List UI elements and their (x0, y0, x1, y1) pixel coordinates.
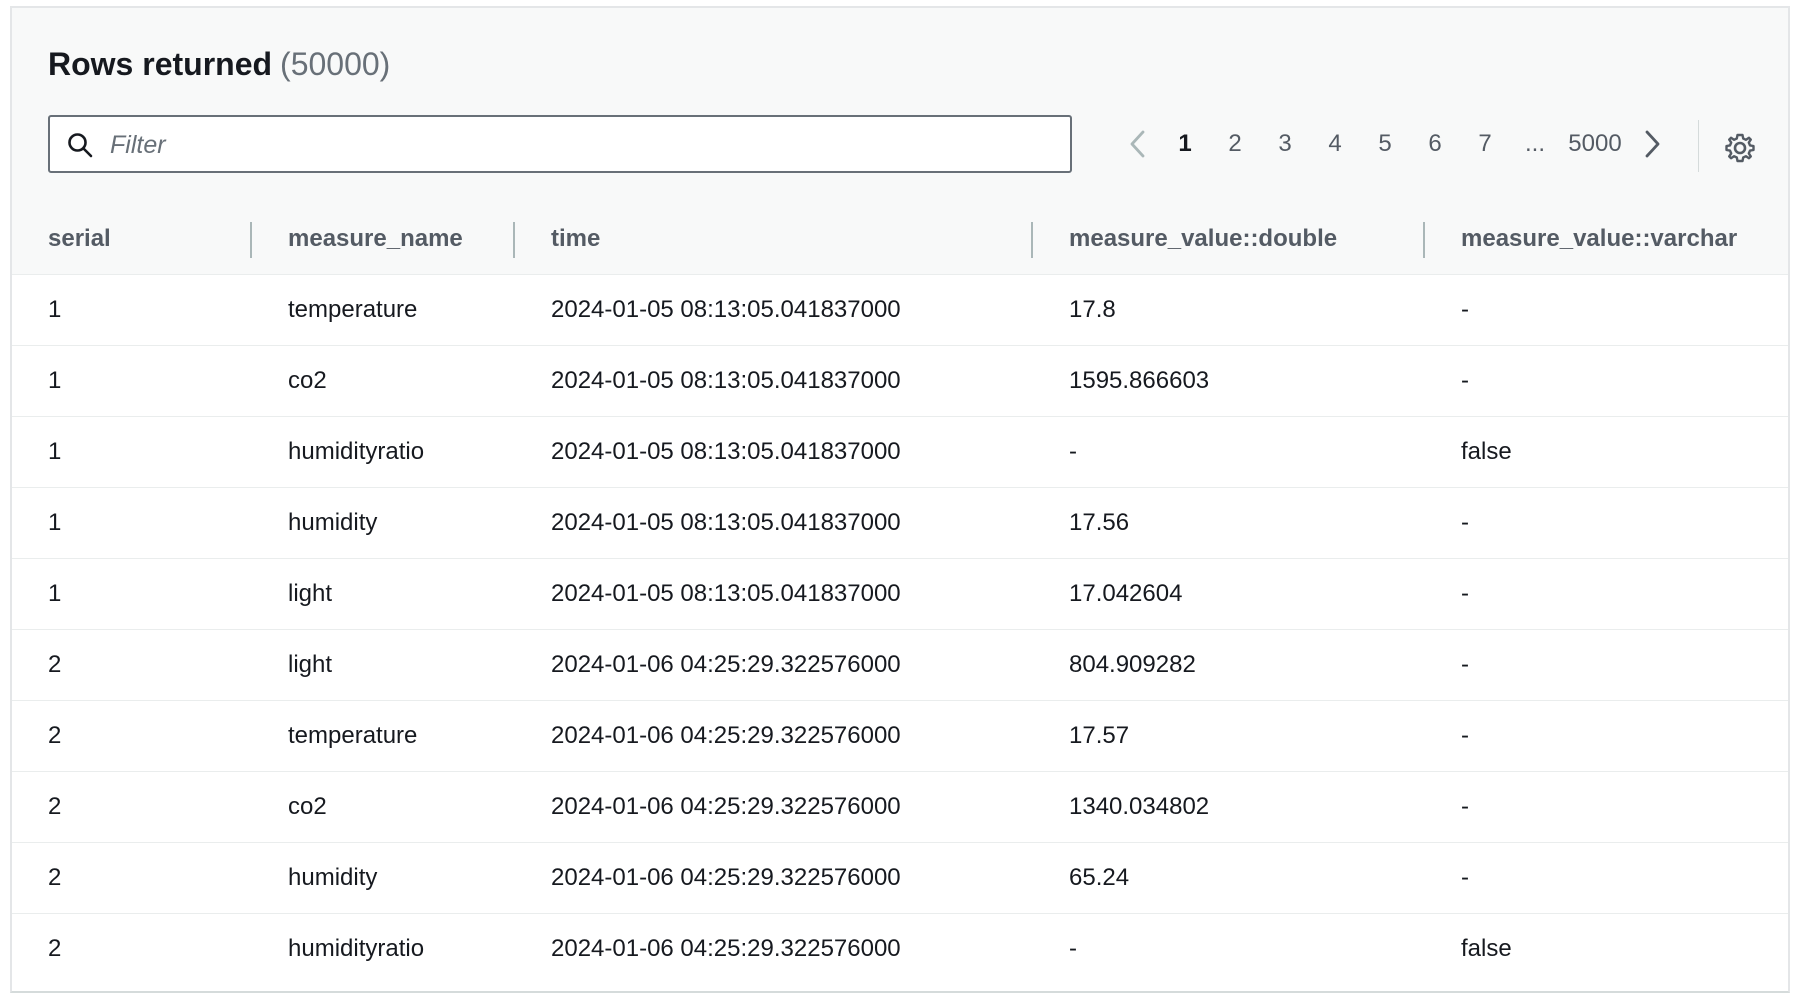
table-row: 1 humidityratio 2024-01-05 08:13:05.0418… (12, 416, 1788, 488)
column-header-measure-value-double[interactable]: measure_value::double (1033, 204, 1425, 275)
page-2-button[interactable]: 2 (1210, 130, 1260, 158)
table-row: 2 light 2024-01-06 04:25:29.322576000 80… (12, 629, 1788, 701)
filter-input[interactable] (108, 125, 1052, 165)
cell-measure-name: temperature (252, 274, 515, 346)
table-row: 2 humidityratio 2024-01-06 04:25:29.3225… (12, 914, 1788, 985)
page-3-button[interactable]: 3 (1260, 130, 1310, 158)
table-header-row: serial measure_name time measure_value::… (12, 204, 1788, 275)
cell-measure-value-double: - (1069, 935, 1077, 963)
cell-time: 2024-01-05 08:13:05.041837000 (515, 274, 1033, 346)
results-panel: Rows returned(50000) 1 2 3 4 5 6 7 ... 5… (10, 6, 1790, 993)
page-1-button[interactable]: 1 (1160, 130, 1210, 158)
cell-measure-value-varchar: false (1461, 935, 1512, 963)
cell-serial: 2 (12, 771, 252, 843)
page-5-button[interactable]: 5 (1360, 130, 1410, 158)
column-header-measure-name[interactable]: measure_name (252, 204, 515, 275)
cell-measure-value-double: 804.909282 (1033, 629, 1425, 701)
chevron-right-icon (1645, 130, 1660, 158)
title-text: Rows returned (48, 46, 273, 82)
page-7-button[interactable]: 7 (1460, 130, 1510, 158)
cell-measure-name: humidity (252, 487, 515, 559)
cell-time: 2024-01-06 04:25:29.322576000 (515, 771, 1033, 843)
cell-serial: 2 (12, 629, 252, 701)
previous-page-button[interactable] (1116, 116, 1160, 172)
cell-serial: 1 (12, 558, 252, 630)
cell-time: 2024-01-05 08:13:05.041837000 (515, 345, 1033, 417)
cell-measure-value-varchar: - (1425, 629, 1788, 701)
cell-measure-value-double: 65.24 (1033, 842, 1425, 914)
cell-time: 2024-01-06 04:25:29.322576000 (515, 629, 1033, 701)
column-header-label: time (551, 225, 601, 252)
cell-measure-name: light (252, 558, 515, 630)
cell-measure-name: co2 (252, 771, 515, 843)
cell-measure-value-varchar: - (1425, 487, 1788, 559)
cell-measure-name: co2 (252, 345, 515, 417)
column-header-label: serial (48, 225, 111, 252)
table-row: 1 light 2024-01-05 08:13:05.041837000 17… (12, 558, 1788, 630)
cell-time: 2024-01-06 04:25:29.322576000 (551, 935, 901, 963)
cell-time: 2024-01-05 08:13:05.041837000 (515, 416, 1033, 488)
pagination: 1 2 3 4 5 6 7 ... 5000 (1116, 116, 1674, 172)
table-row: 2 humidity 2024-01-06 04:25:29.322576000… (12, 842, 1788, 914)
cell-serial: 1 (12, 274, 252, 346)
cell-serial: 2 (12, 700, 252, 772)
cell-measure-value-varchar: - (1425, 842, 1788, 914)
cell-time: 2024-01-06 04:25:29.322576000 (515, 700, 1033, 772)
cell-measure-value-double: 17.042604 (1033, 558, 1425, 630)
chevron-left-icon (1130, 130, 1145, 158)
column-header-measure-value-varchar[interactable]: measure_value::varchar (1425, 204, 1788, 275)
search-icon (68, 133, 93, 158)
table-row: 2 co2 2024-01-06 04:25:29.322576000 1340… (12, 771, 1788, 843)
page-6-button[interactable]: 6 (1410, 130, 1460, 158)
results-table: serial measure_name time measure_value::… (12, 204, 1788, 985)
table-row: 1 co2 2024-01-05 08:13:05.041837000 1595… (12, 345, 1788, 417)
row-count: (50000) (280, 46, 391, 82)
pagination-ellipsis: ... (1524, 130, 1545, 157)
cell-serial: 1 (12, 345, 252, 417)
table-row: 1 humidity 2024-01-05 08:13:05.041837000… (12, 487, 1788, 559)
cell-measure-name: temperature (252, 700, 515, 772)
cell-time: 2024-01-05 08:13:05.041837000 (515, 487, 1033, 559)
cell-serial: 1 (12, 416, 252, 488)
next-page-button[interactable] (1630, 116, 1674, 172)
cell-serial: 1 (12, 487, 252, 559)
column-header-label: measure_name (288, 225, 463, 252)
page-4-button[interactable]: 4 (1310, 130, 1360, 158)
cell-measure-value-varchar: - (1425, 345, 1788, 417)
results-header: Rows returned(50000) 1 2 3 4 5 6 7 ... 5… (12, 8, 1788, 205)
cell-time: 2024-01-05 08:13:05.041837000 (515, 558, 1033, 630)
table-body: 1 temperature 2024-01-05 08:13:05.041837… (12, 274, 1788, 985)
cell-measure-value-double: 17.57 (1033, 700, 1425, 772)
cell-measure-value-varchar: - (1425, 558, 1788, 630)
filter-box[interactable] (48, 115, 1072, 173)
cell-measure-value-varchar: - (1425, 274, 1788, 346)
cell-measure-value-double: - (1033, 416, 1425, 488)
cell-measure-value-varchar: - (1425, 771, 1788, 843)
cell-measure-value-double: 17.8 (1033, 274, 1425, 346)
column-header-time[interactable]: time (515, 204, 1033, 275)
cell-measure-name: humidity (252, 842, 515, 914)
cell-measure-name: light (252, 629, 515, 701)
gear-icon[interactable] (1724, 132, 1756, 164)
cell-measure-value-varchar: - (1425, 700, 1788, 772)
cell-measure-value-varchar: false (1425, 416, 1788, 488)
column-header-serial[interactable]: serial (12, 204, 252, 275)
cell-serial: 2 (12, 842, 252, 914)
table-row: 2 temperature 2024-01-06 04:25:29.322576… (12, 700, 1788, 772)
cell-time: 2024-01-06 04:25:29.322576000 (515, 842, 1033, 914)
column-header-label: measure_value::varchar (1461, 225, 1738, 252)
page-title: Rows returned (50000) (48, 46, 390, 83)
column-header-label: measure_value::double (1069, 225, 1338, 252)
table-row: 1 temperature 2024-01-05 08:13:05.041837… (12, 274, 1788, 346)
cell-measure-value-double: 1340.034802 (1033, 771, 1425, 843)
toolbar-divider (1698, 120, 1699, 172)
cell-measure-value-double: 1595.866603 (1033, 345, 1425, 417)
cell-measure-name: humidityratio (252, 416, 515, 488)
cell-serial: 2 (48, 935, 62, 963)
page-last-button[interactable]: 5000 (1560, 130, 1630, 158)
cell-measure-name: humidityratio (288, 935, 425, 963)
cell-measure-value-double: 17.56 (1033, 487, 1425, 559)
